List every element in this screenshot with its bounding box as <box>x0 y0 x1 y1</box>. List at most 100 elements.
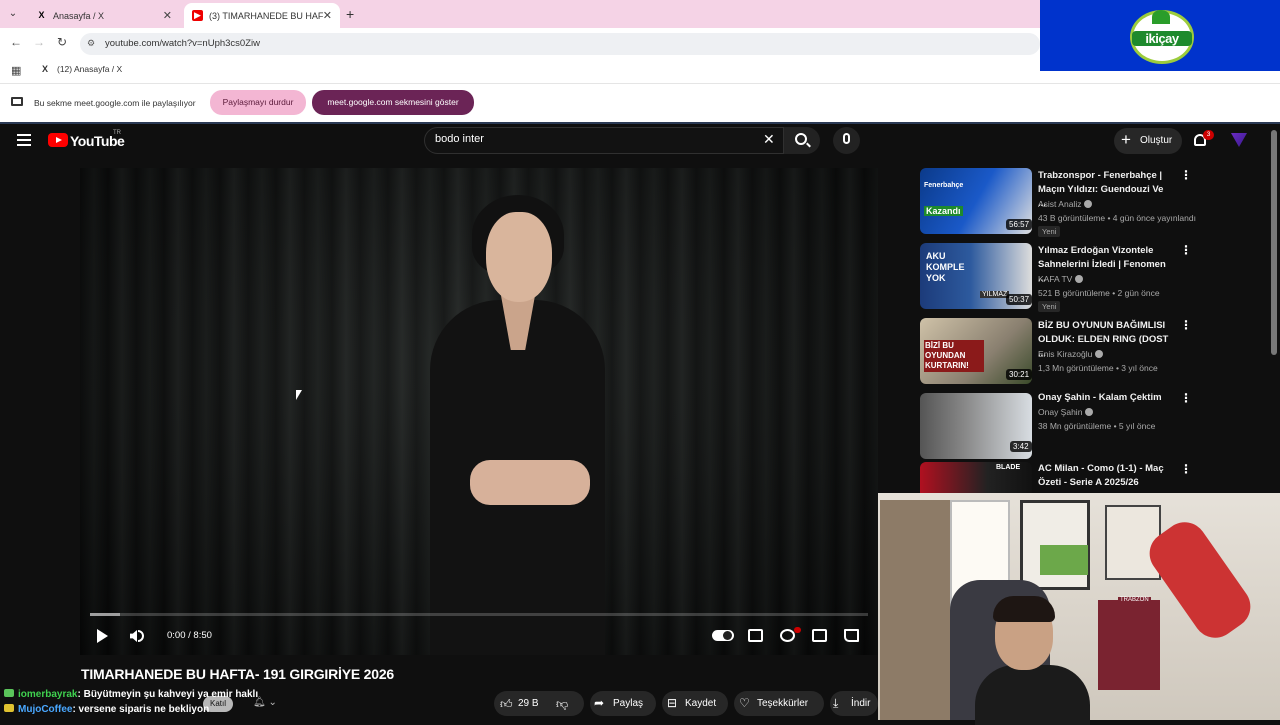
site-info-icon[interactable]: ⚙ <box>87 38 95 49</box>
webcam-jersey-label: TRABZON <box>1118 597 1151 603</box>
channel-name[interactable]: Onay Şahin <box>1038 407 1094 417</box>
youtube-logo-icon[interactable] <box>48 133 68 147</box>
webcam-jersey-frame <box>1098 600 1160 690</box>
video-meta: 43 B görüntüleme • 4 gün önce yayınlandı <box>1038 213 1196 223</box>
video-duration: 56:57 <box>1006 219 1033 230</box>
forward-arrow-icon[interactable]: → <box>33 35 45 49</box>
more-options-icon[interactable]: ⋮ <box>1180 462 1192 476</box>
share-label[interactable]: Paylaş <box>613 698 643 709</box>
hd-badge <box>794 627 801 633</box>
video-progress-bar[interactable] <box>90 613 868 616</box>
region-code: TR <box>113 130 121 136</box>
stop-sharing-button[interactable]: Paylaşmayı durdur <box>210 90 306 115</box>
subtitles-icon[interactable] <box>748 629 763 642</box>
youtube-icon: ▶ <box>192 10 203 21</box>
reload-icon[interactable]: ↻ <box>57 35 67 49</box>
video-meta: 38 Mn görüntüleme • 5 yıl önce <box>1038 421 1156 431</box>
channel-name-text[interactable]: Onay Şahin <box>1038 407 1082 417</box>
video-buffered-bar <box>90 613 120 616</box>
thumbnail-text: AKU KOMPLE YOK <box>926 251 965 283</box>
bookmark-anasayfa-x[interactable]: X (12) Anasayfa / X <box>42 64 122 74</box>
clear-search-icon[interactable]: ✕ <box>763 131 775 148</box>
x-logo-icon: X <box>42 64 49 74</box>
plus-icon[interactable]: + <box>1121 129 1131 151</box>
thumbnail-text: Fenerbahçe <box>924 182 964 189</box>
autoplay-toggle[interactable] <box>712 630 734 641</box>
thumbnail-text: BLADE <box>996 464 1021 471</box>
settings-gear-icon[interactable] <box>780 629 795 642</box>
tab-search-chevron-down-icon[interactable]: ⌄ <box>6 7 20 21</box>
thumbs-down-icon[interactable]: 👎︎ <box>556 697 568 712</box>
chat-text: : Büyütmeyin şu kahveyi ya emir haklı <box>77 689 259 700</box>
heart-dollar-icon[interactable]: ♡ <box>739 696 750 710</box>
bookmark-icon[interactable]: ⊟ <box>667 696 677 710</box>
new-badge: Yeni <box>1038 226 1061 237</box>
video-title: TIMARHANEDE BU HAFTA- 191 GIRGIRİYE 2026 <box>81 666 395 682</box>
verified-icon <box>1085 408 1094 416</box>
chat-text: : versene siparis ne bekliyon <box>72 704 210 715</box>
thumbnail-text: YILMAZ <box>980 291 1010 298</box>
cast-icon[interactable] <box>844 629 859 642</box>
more-options-icon[interactable]: ⋮ <box>1180 391 1192 405</box>
tab-anasayfa-x[interactable]: X Anasayfa / X ✕ <box>28 3 180 28</box>
sharing-status-text: Bu sekme meet.google.com ile paylaşılıyo… <box>34 98 196 108</box>
share-arrow-icon[interactable]: ➦ <box>594 696 604 710</box>
channel-name-text[interactable]: Asist Analiz <box>1038 199 1081 209</box>
download-icon[interactable]: ⤓ <box>833 696 838 711</box>
miniplayer-icon[interactable] <box>812 629 827 642</box>
webcam-person-body <box>975 665 1090 725</box>
verified-icon <box>1075 275 1084 283</box>
video-thumbnail[interactable]: BLADE <box>920 462 1032 493</box>
mouse-cursor-icon <box>296 390 302 400</box>
thumbnail-text: BİZİ BU OYUNDAN KURTARIN! <box>924 340 984 372</box>
channel-name[interactable]: Enis Kirazoğlu <box>1038 349 1104 359</box>
more-options-icon[interactable]: ⋮ <box>1180 318 1192 332</box>
channel-name-text[interactable]: Enis Kirazoğlu <box>1038 349 1092 359</box>
channel-name[interactable]: Asist Analiz <box>1038 199 1093 209</box>
chat-badge-icon <box>4 689 14 697</box>
url-input[interactable]: youtube.com/watch?v=nUph3cs0Ziw <box>80 33 1040 55</box>
webcam-turf-panel <box>1040 545 1088 575</box>
menu-hamburger-icon[interactable] <box>17 134 31 149</box>
save-label[interactable]: Kaydet <box>685 698 716 709</box>
bookmark-label: (12) Anasayfa / X <box>57 64 123 74</box>
like-count[interactable]: 29 B <box>518 698 539 709</box>
download-label[interactable]: İndir <box>851 698 870 709</box>
more-options-icon[interactable]: ⋮ <box>1180 168 1192 182</box>
presenter-face <box>486 212 552 302</box>
apps-grid-icon[interactable]: ▦ <box>11 64 21 77</box>
new-badge: Yeni <box>1038 301 1061 312</box>
video-duration: 30:21 <box>1006 369 1033 380</box>
video-title-link[interactable]: AC Milan - Como (1-1) - Maç Özeti - Seri… <box>1038 462 1173 490</box>
tab-close-icon[interactable]: ✕ <box>163 9 172 22</box>
video-time: 0:00 / 8:50 <box>167 630 212 641</box>
channel-name[interactable]: KAFA TV <box>1038 274 1084 284</box>
search-icon[interactable] <box>795 133 807 145</box>
back-arrow-icon[interactable]: ← <box>10 35 22 49</box>
chat-message: iomerbayrak: Büyütmeyin şu kahveyi ya em… <box>4 689 258 700</box>
more-options-icon[interactable]: ⋮ <box>1180 243 1192 257</box>
page-scrollbar[interactable] <box>1271 130 1277 355</box>
show-meet-tab-button[interactable]: meet.google.com sekmesini göster <box>312 90 474 115</box>
tab-label: Anasayfa / X <box>53 10 105 21</box>
new-tab-plus-icon[interactable]: + <box>346 6 354 22</box>
thumbs-up-icon[interactable]: 👍︎ <box>500 697 513 712</box>
video-duration: 3:42 <box>1010 441 1032 452</box>
play-icon[interactable] <box>97 629 108 643</box>
tea-leaf-icon <box>1152 10 1170 24</box>
microphone-icon[interactable] <box>843 133 850 144</box>
chat-badge-icon <box>4 704 14 712</box>
search-input[interactable]: bodo inter <box>435 133 484 145</box>
webcam-person-hair <box>993 596 1055 622</box>
chat-username: MujoCoffee <box>18 704 73 715</box>
tab-label: (3) TIMARHANEDE BU HAF <box>209 10 324 21</box>
verified-icon <box>1095 350 1104 358</box>
thanks-label[interactable]: Teşekkürler <box>757 698 808 709</box>
tab-youtube-video[interactable]: ▶ (3) TIMARHANEDE BU HAF ✕ <box>184 3 340 28</box>
notification-count-badge: 3 <box>1203 130 1214 140</box>
channel-name-text[interactable]: KAFA TV <box>1038 274 1072 284</box>
video-title-link[interactable]: Onay Şahin - Kalam Çektim <box>1038 391 1173 405</box>
tab-close-icon[interactable]: ✕ <box>323 9 332 22</box>
screen-share-icon <box>11 97 23 106</box>
video-duration: 50:37 <box>1006 294 1033 305</box>
